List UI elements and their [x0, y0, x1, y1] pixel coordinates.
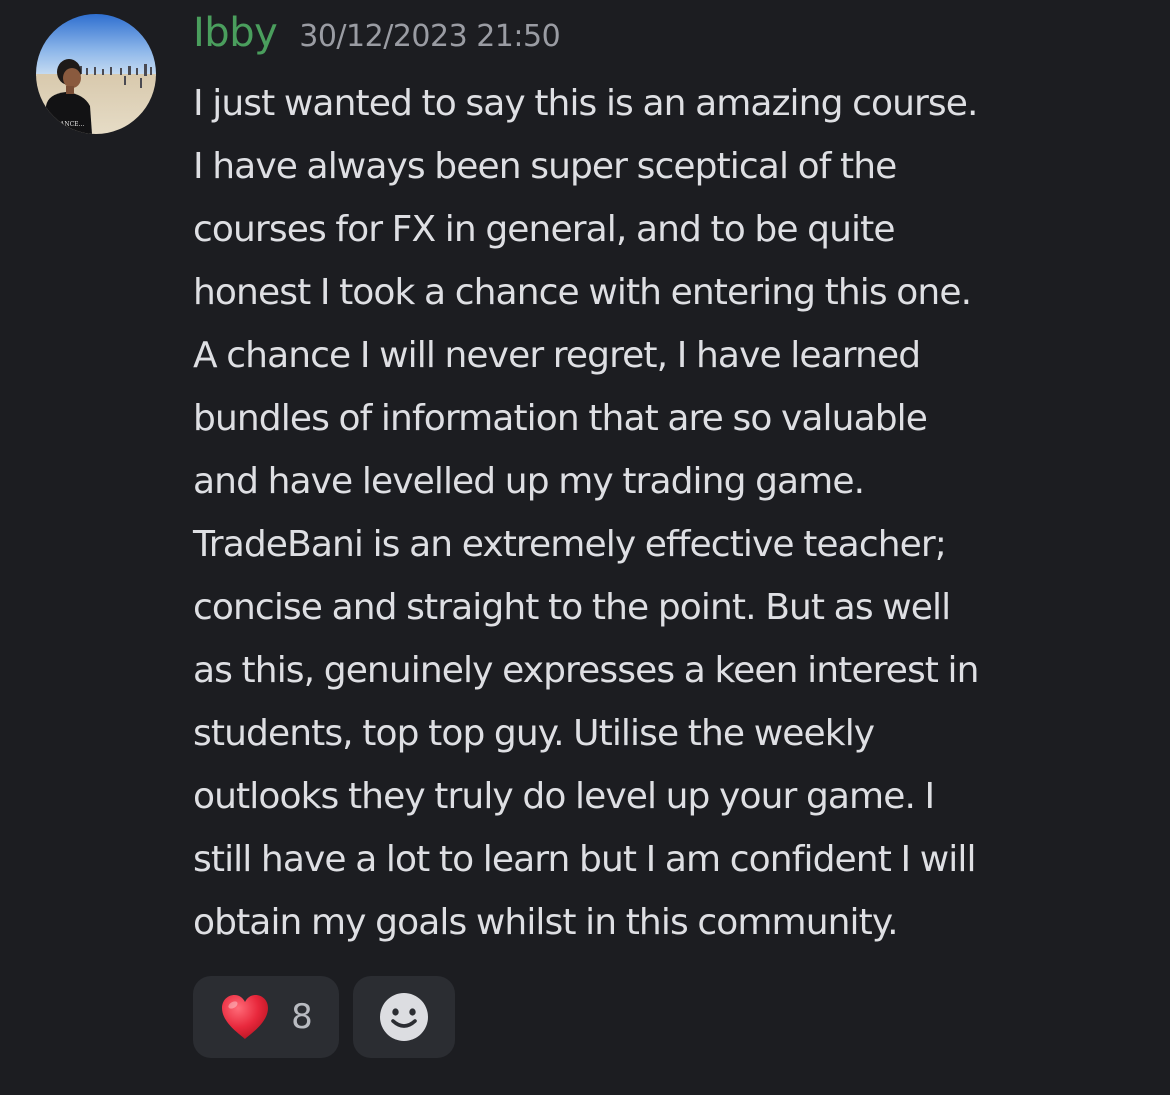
message-line: honest I took a chance with entering thi…: [193, 272, 972, 313]
message-line: still have a lot to learn but I am confi…: [193, 839, 976, 880]
username[interactable]: Ibby: [193, 10, 278, 56]
message-line: bundles of information that are so valua…: [193, 398, 928, 439]
message-line: and have levelled up my trading game.: [193, 461, 865, 502]
message-line: I have always been super sceptical of th…: [193, 146, 897, 187]
message-line: obtain my goals whilst in this community…: [193, 902, 899, 943]
message-content: I just wanted to say this is an amazing …: [193, 72, 1153, 954]
message-line: concise and straight to the point. But a…: [193, 587, 951, 628]
message-line: students, top top guy. Utilise the weekl…: [193, 713, 875, 754]
heart-icon: [222, 995, 269, 1039]
message-line: TradeBani is an extremely effective teac…: [193, 524, 947, 565]
message-header: Ibby 30/12/2023 21:50: [193, 10, 561, 70]
message-line: A chance I will never regret, I have lea…: [193, 335, 921, 376]
message-line: outlooks they truly do level up your gam…: [193, 776, 935, 817]
message-timestamp: 30/12/2023 21:50: [299, 19, 561, 54]
heart-reaction-button[interactable]: 8: [193, 976, 339, 1058]
reactions-bar: 8: [193, 976, 455, 1058]
user-avatar[interactable]: ANCE...: [36, 14, 156, 134]
message-line: courses for FX in general, and to be qui…: [193, 209, 896, 250]
message-line: as this, genuinely expresses a keen inte…: [193, 650, 979, 691]
add-reaction-button[interactable]: [353, 976, 455, 1058]
chat-message: ANCE... Ibby 30/12/2023 21:50 I just wan…: [0, 0, 1170, 1095]
message-line: I just wanted to say this is an amazing …: [193, 83, 978, 124]
avatar-photo: ANCE...: [36, 14, 156, 134]
avatar-shirt-text: ANCE...: [59, 121, 84, 128]
reaction-count: 8: [291, 997, 313, 1037]
add-reaction-smiley-icon: [380, 993, 428, 1041]
